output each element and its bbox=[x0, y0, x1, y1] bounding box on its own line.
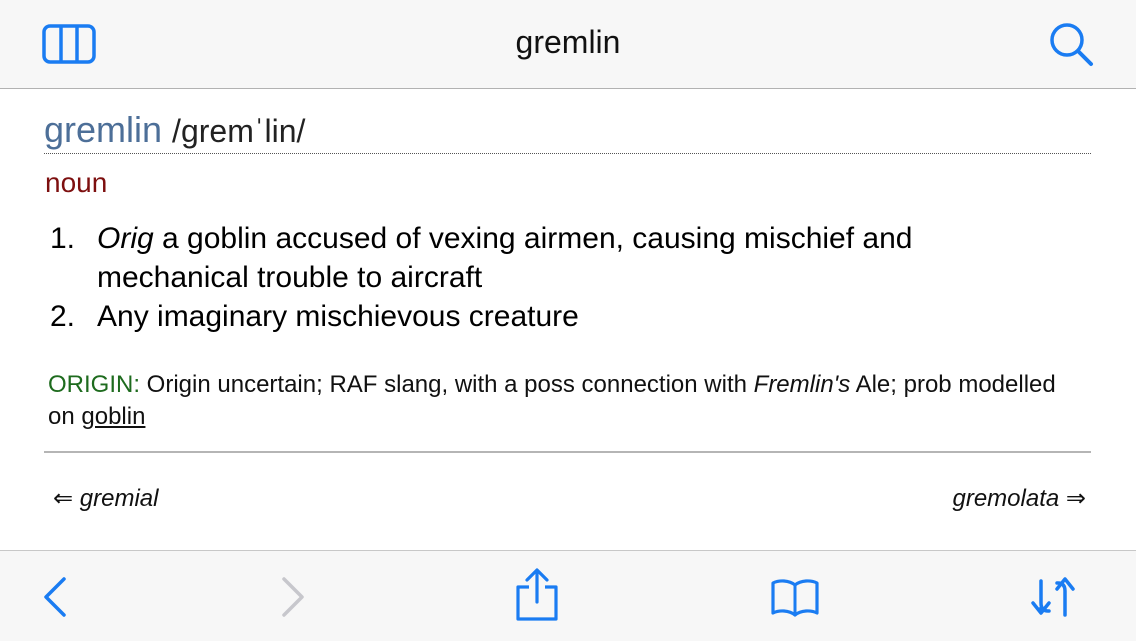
page-title: gremlin bbox=[515, 24, 621, 60]
top-navigation-bar: gremlin bbox=[0, 0, 1136, 89]
dictionary-entry: gremlin/gremˈlin/ noun 1. Orig a goblin … bbox=[0, 89, 1136, 550]
sense-number: 1. bbox=[50, 222, 76, 255]
left-double-arrow-icon: ⇐ bbox=[53, 485, 74, 512]
sense-label: Orig bbox=[97, 222, 154, 255]
sense-item: 1. Orig a goblin accused of vexing airme… bbox=[50, 219, 1010, 297]
headword-line: gremlin/gremˈlin/ bbox=[44, 109, 1091, 154]
previous-entry-word: gremial bbox=[79, 485, 159, 512]
share-icon[interactable] bbox=[514, 567, 560, 623]
headword: gremlin bbox=[44, 109, 163, 150]
previous-entry-link[interactable]: ⇐ gremial bbox=[53, 484, 158, 513]
right-double-arrow-icon: ⇒ bbox=[1065, 485, 1086, 512]
origin-label: ORIGIN: bbox=[48, 371, 141, 398]
pronunciation: /gremˈlin/ bbox=[172, 113, 306, 149]
next-entry-link[interactable]: gremolata ⇒ bbox=[952, 484, 1086, 513]
sense-list: 1. Orig a goblin accused of vexing airme… bbox=[50, 219, 1010, 336]
sense-definition: a goblin accused of vexing airmen, causi… bbox=[97, 222, 913, 294]
sense-number: 2. bbox=[50, 300, 76, 333]
origin-italic-term: Fremlin's bbox=[753, 371, 851, 398]
forward-chevron-icon[interactable] bbox=[274, 575, 310, 619]
divider bbox=[44, 451, 1091, 453]
bottom-toolbar bbox=[0, 550, 1136, 641]
sense-definition: Any imaginary mischievous creature bbox=[97, 300, 579, 333]
sense-text: Orig a goblin accused of vexing airmen, … bbox=[97, 219, 1010, 297]
origin-text: Origin uncertain; RAF slang, with a poss… bbox=[140, 371, 754, 398]
origin-note: ORIGIN: Origin uncertain; RAF slang, wit… bbox=[48, 369, 1058, 433]
sense-item: 2. Any imaginary mischievous creature bbox=[50, 297, 1010, 336]
open-book-icon[interactable] bbox=[770, 577, 820, 617]
swap-arrows-icon[interactable] bbox=[1028, 573, 1078, 621]
next-entry-word: gremolata bbox=[952, 485, 1060, 512]
back-chevron-icon[interactable] bbox=[38, 575, 74, 619]
search-icon[interactable] bbox=[1046, 20, 1096, 68]
cross-reference-link[interactable]: goblin bbox=[81, 403, 145, 430]
part-of-speech: noun bbox=[45, 167, 108, 198]
